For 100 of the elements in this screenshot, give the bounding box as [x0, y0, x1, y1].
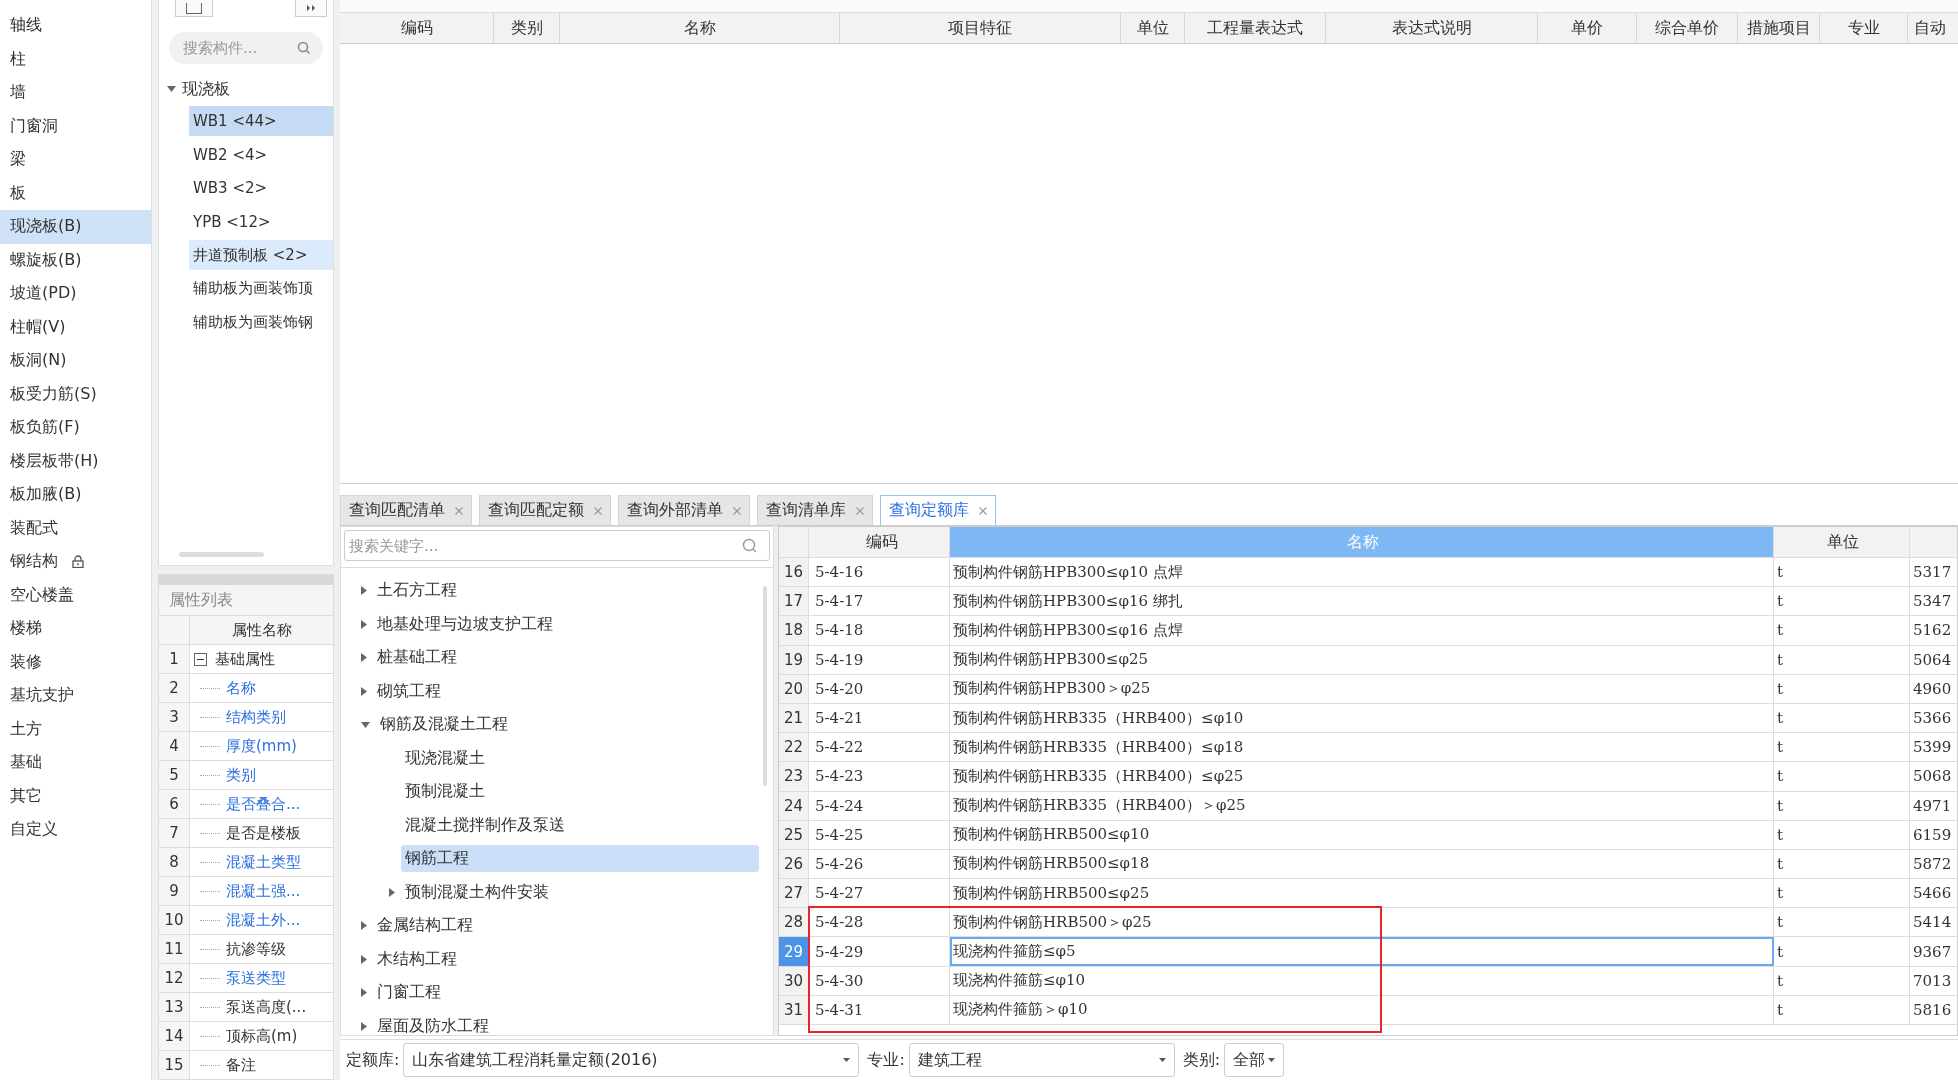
column-header[interactable]: 单位 [1121, 13, 1185, 43]
column-header[interactable]: 措施项目 [1738, 13, 1820, 43]
table-cell[interactable]: 预制构件钢筋HRB500≤φ10 [950, 820, 1774, 849]
expand-arrow-icon[interactable] [361, 653, 367, 663]
nav-item[interactable]: 柱帽(V) [0, 310, 151, 344]
nav-item[interactable]: 墙 [0, 76, 151, 110]
tab[interactable]: 查询定额库 [880, 495, 996, 525]
nav-item[interactable]: 轴线 [0, 9, 151, 43]
tree-item[interactable]: 井道预制板 <2> [189, 240, 333, 270]
tree-item[interactable]: 木结构工程 [373, 945, 461, 973]
table-cell[interactable]: 预制构件钢筋HPB300≤φ25 [950, 645, 1774, 674]
column-header[interactable]: 类别 [494, 13, 560, 43]
nav-item[interactable]: 坡道(PD) [0, 277, 151, 311]
column-header[interactable]: 项目特征 [840, 13, 1121, 43]
tree-item[interactable]: 钢筋工程 [401, 845, 759, 873]
table-cell[interactable]: 预制构件钢筋HRB500≤φ18 [950, 849, 1774, 879]
nav-item[interactable]: 自定义 [0, 813, 151, 847]
search-field[interactable]: 搜索构件... [169, 32, 323, 64]
tree-item[interactable]: 混凝土搅拌制作及泵送 [401, 811, 759, 839]
tree-item[interactable]: 土石方工程 [373, 577, 461, 605]
tree-item[interactable]: 地基处理与边坡支护工程 [373, 610, 557, 638]
expand-arrow-icon[interactable] [361, 988, 367, 998]
nav-item[interactable]: 梁 [0, 143, 151, 177]
expand-arrow-icon[interactable] [361, 954, 367, 964]
nav-item[interactable]: 其它 [0, 779, 151, 813]
nav-item[interactable]: 钢结构 [0, 545, 151, 579]
expand-arrow-icon[interactable] [361, 686, 367, 696]
tree-item[interactable]: 屋面及防水工程 [373, 1012, 493, 1040]
nav-item[interactable]: 门窗洞 [0, 109, 151, 143]
tree-item[interactable]: 预制混凝土构件安装 [401, 878, 759, 906]
nav-item[interactable]: 板负筋(F) [0, 411, 151, 445]
nav-item[interactable]: 板 [0, 176, 151, 210]
nav-item[interactable]: 装配式 [0, 511, 151, 545]
scrollbar[interactable] [763, 586, 767, 786]
dropdown[interactable]: 山东省建筑工程消耗量定额(2016) [403, 1043, 860, 1077]
table-cell[interactable]: 预制构件钢筋HPB300≤φ10 点焊 [950, 558, 1774, 587]
tab[interactable]: 查询外部清单 [618, 495, 750, 525]
table-cell[interactable]: 预制构件钢筋HRB335（HRB400）≤φ18 [950, 733, 1774, 762]
expand-arrow-icon[interactable] [361, 586, 367, 596]
table-cell[interactable]: 预制构件钢筋HRB335（HRB400）＞φ25 [950, 791, 1774, 820]
tree-item[interactable]: 钢筋及混凝土工程 [376, 711, 512, 739]
table-cell[interactable]: 预制构件钢筋HPB300≤φ16 点焊 [950, 616, 1774, 645]
column-header[interactable]: 单价 [1538, 13, 1637, 43]
table-cell[interactable]: 预制构件钢筋HRB335（HRB400）≤φ10 [950, 703, 1774, 733]
tree-item[interactable]: 桩基础工程 [373, 644, 461, 672]
nav-item[interactable]: 空心楼盖 [0, 578, 151, 612]
search-field[interactable]: 搜索关键字... [344, 530, 770, 561]
column-header[interactable]: 综合单价 [1637, 13, 1738, 43]
expand-button[interactable] [295, 0, 327, 17]
scrollbar[interactable] [179, 552, 264, 557]
tree-item[interactable]: 门窗工程 [373, 979, 445, 1007]
tree-item[interactable]: 现浇板 [182, 78, 230, 100]
tree-item[interactable]: WB3 <2> [189, 173, 333, 203]
tree-item[interactable]: YPB <12> [189, 206, 333, 237]
table-cell[interactable]: 现浇构件箍筋≤φ5 [950, 937, 1774, 966]
tab[interactable]: 查询清单库 [757, 495, 873, 525]
collapse-icon[interactable] [194, 652, 207, 666]
close-icon[interactable] [979, 506, 987, 515]
column-header[interactable]: 专业 [1820, 13, 1908, 43]
expand-arrow-icon[interactable] [361, 721, 370, 728]
table-cell[interactable]: 预制构件钢筋HRB500＞φ25 [950, 908, 1774, 937]
column-header[interactable]: 编码 [340, 13, 494, 43]
nav-item[interactable]: 基坑支护 [0, 679, 151, 713]
tab[interactable]: 查询匹配定额 [479, 495, 611, 525]
table-cell[interactable]: 预制构件钢筋HPB300＞φ25 [950, 674, 1774, 703]
nav-item[interactable]: 土方 [0, 712, 151, 746]
nav-item[interactable]: 楼梯 [0, 612, 151, 646]
nav-item[interactable]: 装修 [0, 645, 151, 679]
new-button[interactable] [175, 0, 213, 17]
nav-item[interactable]: 基础 [0, 746, 151, 780]
tree-item[interactable]: 金属结构工程 [373, 912, 477, 940]
tree-item[interactable]: 现浇混凝土 [401, 744, 759, 772]
dropdown[interactable]: 全部 [1224, 1043, 1285, 1077]
expand-arrow-icon[interactable] [167, 86, 176, 92]
tab[interactable]: 查询匹配清单 [340, 495, 472, 525]
tree-item[interactable]: 辅助板为画装饰顶 [189, 273, 333, 304]
column-header[interactable]: 自动 [1908, 13, 1958, 43]
table-cell[interactable]: 预制构件钢筋HPB300≤φ16 绑扎 [950, 587, 1774, 616]
tree-item[interactable]: 砌筑工程 [373, 677, 445, 705]
table-cell[interactable]: 现浇构件箍筋≤φ10 [950, 966, 1774, 995]
tree-item[interactable]: WB2 <4> [189, 139, 333, 170]
nav-item[interactable]: 板洞(N) [0, 344, 151, 378]
expand-arrow-icon[interactable] [361, 619, 367, 629]
column-header[interactable]: 名称 [560, 13, 840, 43]
nav-item[interactable]: 楼层板带(H) [0, 444, 151, 478]
column-header[interactable]: 表达式说明 [1326, 13, 1538, 43]
tree-item[interactable]: 预制混凝土 [401, 778, 759, 806]
dropdown[interactable]: 建筑工程 [908, 1043, 1175, 1077]
table-cell[interactable]: 预制构件钢筋HRB335（HRB400）≤φ25 [950, 762, 1774, 791]
nav-item[interactable]: 板受力筋(S) [0, 377, 151, 411]
nav-item[interactable]: 螺旋板(B) [0, 243, 151, 277]
expand-arrow-icon[interactable] [389, 887, 395, 897]
table-cell[interactable]: 现浇构件箍筋＞φ10 [950, 995, 1774, 1024]
expand-arrow-icon[interactable] [361, 1021, 367, 1031]
nav-item[interactable]: 现浇板(B) [0, 210, 151, 244]
nav-item[interactable]: 板加腋(B) [0, 478, 151, 512]
tree-item[interactable]: 辅助板为画装饰钢 [189, 307, 333, 337]
table-cell[interactable]: 预制构件钢筋HRB500≤φ25 [950, 879, 1774, 908]
expand-arrow-icon[interactable] [361, 921, 367, 931]
column-header[interactable]: 工程量表达式 [1185, 13, 1326, 43]
